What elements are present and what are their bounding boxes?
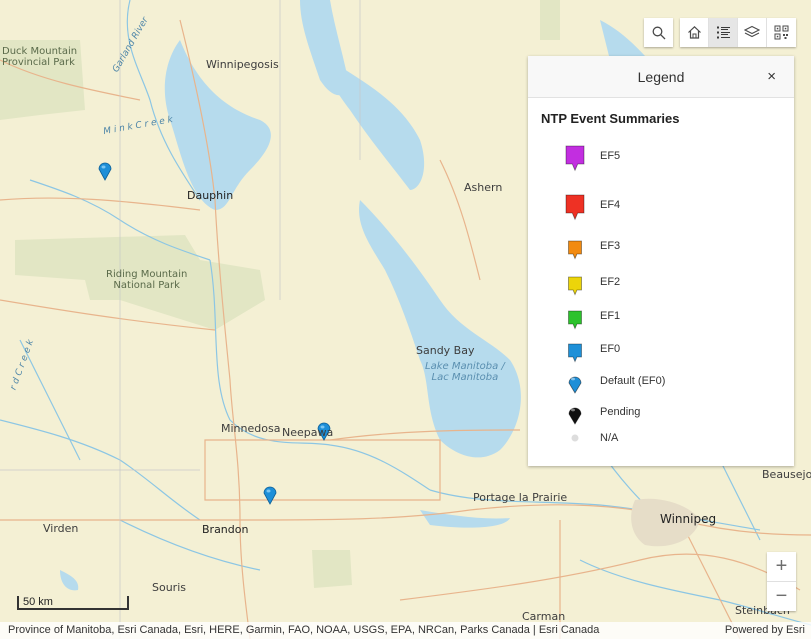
legend-item: EF2 — [528, 272, 794, 296]
place-label-portage: Portage la Prairie — [473, 491, 568, 504]
layers-icon — [744, 25, 760, 38]
qr-code-button[interactable] — [767, 18, 796, 47]
powered-by[interactable]: Powered by Esri — [725, 624, 805, 636]
pushpin-icon — [568, 343, 582, 363]
zoom-control: + − — [767, 552, 796, 611]
search-icon — [652, 26, 665, 39]
place-label-souris: Souris — [152, 581, 186, 594]
legend-layer-title: NTP Event Summaries — [541, 111, 680, 126]
scale-bar: 50 km — [17, 596, 129, 610]
place-label-winnipegosis: Winnipegosis — [206, 58, 279, 71]
place-label-winnipeg: Winnipeg — [660, 512, 717, 526]
place-label-dauphin: Dauphin — [187, 189, 234, 202]
legend-item-label: N/A — [600, 432, 619, 444]
place-label-brandon: Brandon — [202, 523, 249, 536]
home-button[interactable] — [680, 18, 709, 47]
legend-item-label: EF0 — [600, 343, 621, 355]
search-button[interactable] — [644, 18, 673, 47]
pushpin-icon — [568, 376, 582, 394]
place-label-sandy-bay: Sandy Bay — [416, 344, 475, 357]
legend-item: EF5 — [528, 144, 794, 172]
legend-button[interactable] — [709, 18, 738, 47]
legend-item-label: EF3 — [600, 240, 621, 252]
legend-item: Default (EF0) — [528, 371, 794, 395]
legend-title: Legend — [637, 69, 685, 85]
scale-label: 50 km — [23, 596, 53, 608]
legend-item-label: Default (EF0) — [600, 375, 666, 387]
qr-code-icon — [774, 25, 789, 40]
legend-item: EF1 — [528, 306, 794, 330]
attribution-sources[interactable]: Province of Manitoba, Esri Canada, Esri,… — [8, 624, 599, 636]
search-widget — [644, 18, 673, 47]
park-patch-south — [312, 550, 352, 588]
legend-list-icon — [716, 26, 730, 39]
park-label: Duck Mountain Provincial Park — [2, 46, 78, 68]
pushpin-icon — [565, 194, 585, 221]
place-label-ashern: Ashern — [464, 181, 503, 194]
attribution-bar: Province of Manitoba, Esri Canada, Esri,… — [0, 622, 811, 639]
legend-item: EF0 — [528, 339, 794, 363]
pushpin-icon — [568, 310, 582, 330]
lake-label: Lake Manitoba / Lac Manitoba — [425, 361, 505, 383]
park-label: Riding Mountain National Park — [106, 269, 188, 291]
place-label-minnedosa: Minnedosa — [221, 422, 281, 435]
close-icon[interactable]: × — [767, 68, 776, 85]
pushpin-icon — [568, 240, 582, 260]
legend-item-label: EF4 — [600, 199, 621, 211]
legend-header: Legend × — [528, 56, 794, 98]
legend-item: N/A — [528, 430, 794, 454]
place-label-virden: Virden — [43, 522, 79, 535]
home-icon — [687, 25, 701, 39]
legend-panel: Legend × NTP Event Summaries EF5 EF4 EF3 EF… — [528, 56, 794, 466]
legend-item-label: EF5 — [600, 150, 621, 162]
pushpin-icon — [565, 145, 585, 172]
legend-item: Pending — [528, 402, 794, 426]
pushpin-icon — [568, 407, 582, 425]
zoom-out-button[interactable]: − — [767, 581, 796, 611]
dot-icon — [571, 434, 579, 442]
park-patch-north — [540, 0, 560, 40]
legend-item: EF4 — [528, 193, 794, 221]
legend-item-label: EF1 — [600, 310, 621, 322]
legend-item-label: Pending — [600, 406, 641, 418]
zoom-in-button[interactable]: + — [767, 552, 796, 581]
layers-button[interactable] — [738, 18, 767, 47]
place-label-beausejour: Beausejo — [762, 468, 811, 481]
pushpin-icon — [568, 276, 582, 296]
map-tools — [680, 18, 796, 47]
legend-item: EF3 — [528, 236, 794, 260]
legend-item-label: EF2 — [600, 276, 621, 288]
place-label-neepawa: Neepawa — [282, 426, 334, 439]
